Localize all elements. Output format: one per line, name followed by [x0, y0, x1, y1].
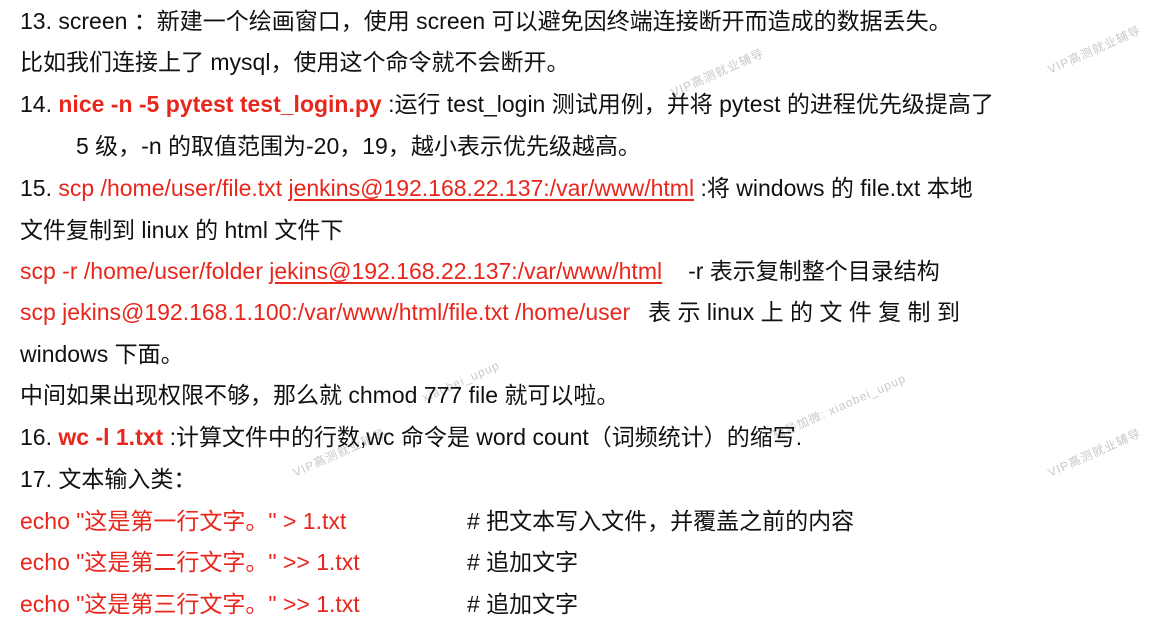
description-text: 表 示 linux 上 的 文 件 复 制 到	[648, 299, 960, 325]
item-number: 16.	[20, 424, 59, 450]
command-text: nice -n -5 pytest test_login.py	[58, 91, 382, 117]
document-page: VIP高测就业辅导 VIP高测就业辅导 xiaobei_upup 辅导加微: x…	[0, 0, 1155, 625]
description-text: :运行 test_login 测试用例，并将 pytest 的进程优先级提高了	[381, 91, 994, 117]
command-text: scp jekins@192.168.1.100:/var/www/html/f…	[20, 299, 631, 325]
item-17-title: 17. 文本输入类：	[20, 466, 197, 492]
item-15-recursive-line: scp -r /home/user/folder jekins@192.168.…	[20, 256, 940, 286]
description-text: :计算文件中的行数,wc 命令是 word count（词频统计）的缩写.	[163, 424, 803, 450]
watermark: VIP高测就业辅导	[1045, 426, 1144, 480]
echo-command-3: echo "这是第三行文字。" >> 1.txt	[20, 591, 360, 617]
watermark: VIP高测就业辅导	[1045, 23, 1144, 77]
echo-comment-3: # 追加文字	[467, 591, 579, 617]
item-14-line-1: 14. nice -n -5 pytest test_login.py :运行 …	[20, 89, 994, 119]
command-text: wc -l 1.txt	[58, 424, 164, 450]
remote-path-link[interactable]: jenkins@192.168.22.137:/var/www/html	[288, 175, 694, 201]
item-13-line-2: 比如我们连接上了 mysql，使用这个命令就不会断开。	[20, 49, 570, 75]
echo-comment-2: # 追加文字	[467, 549, 579, 575]
echo-command-1: echo "这是第一行文字。" > 1.txt	[20, 508, 347, 534]
description-text: -r 表示复制整个目录结构	[688, 258, 940, 284]
item-13-line-1: 13. screen ：新建一个绘画窗口，使用 screen 可以避免因终端连接…	[20, 8, 952, 34]
item-number: 15.	[20, 175, 59, 201]
command-text: scp /home/user/file.txt	[58, 175, 289, 201]
item-number: 14.	[20, 91, 59, 117]
command-text: scp -r /home/user/folder	[20, 258, 270, 284]
item-15-line-2: 文件复制到 linux 的 html 文件下	[20, 217, 344, 243]
item-16-line: 16. wc -l 1.txt :计算文件中的行数,wc 命令是 word co…	[20, 422, 802, 452]
item-14-line-2: 5 级，-n 的取值范围为-20，19，越小表示优先级越高。	[76, 133, 641, 159]
echo-comment-1: # 把文本写入文件，并覆盖之前的内容	[467, 508, 855, 534]
description-text: :将 windows 的 file.txt 本地	[694, 175, 973, 201]
item-15-line-1: 15. scp /home/user/file.txt jenkins@192.…	[20, 173, 973, 203]
item-15-download-line-2: windows 下面。	[20, 341, 184, 367]
item-15-permission-note: 中间如果出现权限不够，那么就 chmod 777 file 就可以啦。	[20, 382, 620, 408]
remote-path-link[interactable]: jekins@192.168.22.137:/var/www/html	[269, 258, 662, 284]
item-15-download-line: scp jekins@192.168.1.100:/var/www/html/f…	[20, 297, 960, 327]
echo-command-2: echo "这是第二行文字。" >> 1.txt	[20, 549, 360, 575]
